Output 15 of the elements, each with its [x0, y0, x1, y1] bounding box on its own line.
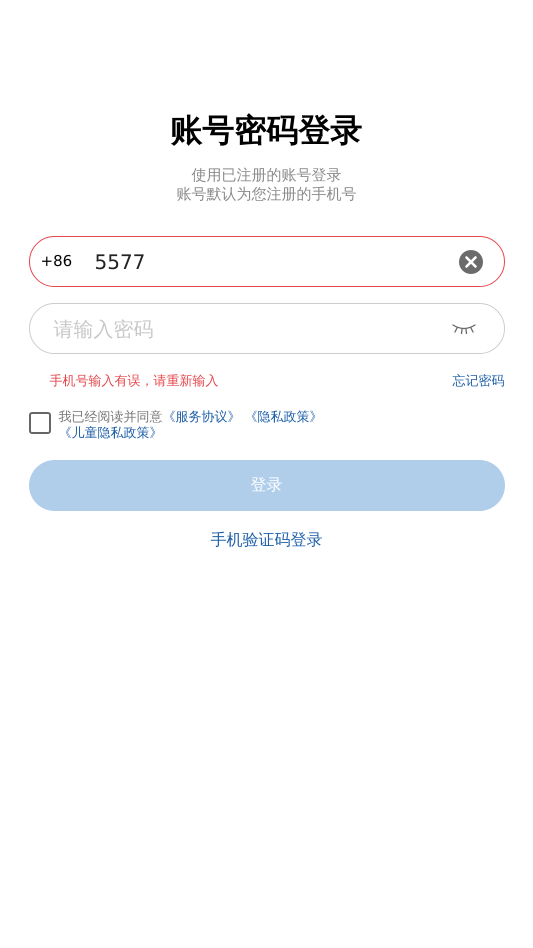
eye-closed-icon[interactable] — [452, 324, 476, 334]
sms-login-link[interactable]: 手机验证码登录 — [210, 528, 322, 552]
policy-link[interactable]: 《隐私政策》 — [244, 410, 322, 424]
subtitle-text: 使用已注册的账号登录 — [192, 166, 342, 185]
agreement-checkbox[interactable] — [28, 412, 50, 434]
error-message: 手机号输入有误，请重新输入 — [50, 373, 218, 391]
phone-field[interactable]: +86 5577 — [28, 236, 504, 287]
policy-link[interactable]: 《儿童隐私政策》 — [58, 426, 162, 440]
page-title: 账号密码登录 — [170, 110, 362, 150]
agreement-text: 我已经阅读并同意《服务协议》 《隐私政策》 《儿童隐私政策》 — [58, 410, 324, 442]
subtitle-text: 账号默认为您注册的手机号 — [176, 185, 356, 204]
clear-icon[interactable] — [458, 250, 482, 274]
policy-link[interactable]: 《服务协议》 — [162, 410, 240, 424]
country-code[interactable]: +86 — [40, 250, 94, 273]
forgot-password-link[interactable]: 忘记密码 — [452, 372, 504, 392]
